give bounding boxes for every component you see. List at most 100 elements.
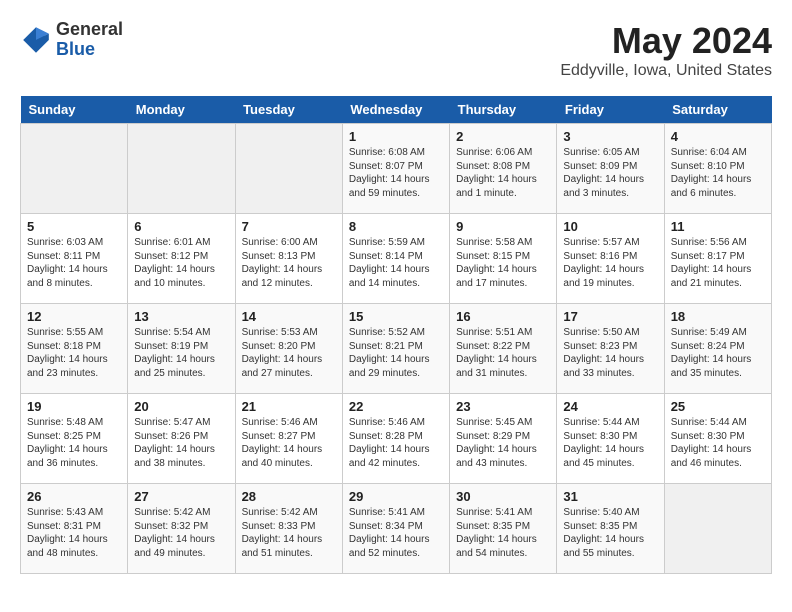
day-info: Sunrise: 5:46 AM Sunset: 8:28 PM Dayligh… xyxy=(349,416,443,470)
day-info: Sunrise: 5:40 AM Sunset: 8:35 PM Dayligh… xyxy=(563,506,657,560)
calendar-day-cell: 17Sunrise: 5:50 AM Sunset: 8:23 PM Dayli… xyxy=(557,304,664,394)
day-number: 7 xyxy=(242,219,336,234)
calendar-day-cell: 11 Sunrise: 5:56 AM Sunset: 8:17 PM Dayli… xyxy=(664,214,771,304)
calendar-day-cell: 5Sunrise: 6:03 AM Sunset: 8:11 PM Daylig… xyxy=(21,214,128,304)
calendar-day-cell: 9Sunrise: 5:58 AM Sunset: 8:15 PM Daylig… xyxy=(450,214,557,304)
day-number: 25 xyxy=(671,399,765,414)
calendar-day-cell: 30 Sunrise: 5:41 AM Sunset: 8:35 PM Dayli… xyxy=(450,484,557,574)
day-number: 21 xyxy=(242,399,336,414)
day-info: Sunrise: 5:48 AM Sunset: 8:25 PM Dayligh… xyxy=(27,416,121,470)
day-number: 18 xyxy=(671,309,765,324)
calendar-table: SundayMondayTuesdayWednesdayThursdayFrid… xyxy=(20,96,772,574)
day-info: Sunrise: 5:41 AM Sunset: 8:35 PM Dayligh… xyxy=(456,506,550,560)
calendar-week-row: 1Sunrise: 6:08 AM Sunset: 8:07 PM Daylig… xyxy=(21,124,772,214)
day-info: Sunrise: 5:56 AM Sunset: 8:17 PM Dayligh… xyxy=(671,236,765,290)
calendar-day-cell: 4Sunrise: 6:04 AM Sunset: 8:10 PM Daylig… xyxy=(664,124,771,214)
calendar-week-row: 19 Sunrise: 5:48 AM Sunset: 8:25 PM Dayli… xyxy=(21,394,772,484)
logo-text: General Blue xyxy=(56,20,123,60)
day-number: 15 xyxy=(349,309,443,324)
calendar-day-cell xyxy=(235,124,342,214)
calendar-body: 1Sunrise: 6:08 AM Sunset: 8:07 PM Daylig… xyxy=(21,124,772,574)
day-number: 10 xyxy=(563,219,657,234)
title-area: May 2024 Eddyville, Iowa, United States xyxy=(560,20,772,80)
day-info: Sunrise: 5:59 AM Sunset: 8:14 PM Dayligh… xyxy=(349,236,443,290)
calendar-day-cell: 10 Sunrise: 5:57 AM Sunset: 8:16 PM Dayli… xyxy=(557,214,664,304)
day-number: 16 xyxy=(456,309,550,324)
header-row: SundayMondayTuesdayWednesdayThursdayFrid… xyxy=(21,96,772,124)
day-number: 24 xyxy=(563,399,657,414)
weekday-header: Thursday xyxy=(450,96,557,124)
day-info: Sunrise: 5:44 AM Sunset: 8:30 PM Dayligh… xyxy=(563,416,657,470)
weekday-header: Friday xyxy=(557,96,664,124)
day-number: 30 xyxy=(456,489,550,504)
day-info: Sunrise: 6:00 AM Sunset: 8:13 PM Dayligh… xyxy=(242,236,336,290)
logo-blue-text: Blue xyxy=(56,40,123,60)
calendar-day-cell: 22 Sunrise: 5:46 AM Sunset: 8:28 PM Dayli… xyxy=(342,394,449,484)
day-number: 12 xyxy=(27,309,121,324)
calendar-day-cell: 12 Sunrise: 5:55 AM Sunset: 8:18 PM Dayli… xyxy=(21,304,128,394)
day-info: Sunrise: 5:44 AM Sunset: 8:30 PM Dayligh… xyxy=(671,416,765,470)
day-info: Sunrise: 5:45 AM Sunset: 8:29 PM Dayligh… xyxy=(456,416,550,470)
day-info: Sunrise: 6:01 AM Sunset: 8:12 PM Dayligh… xyxy=(134,236,228,290)
calendar-day-cell: 26 Sunrise: 5:43 AM Sunset: 8:31 PM Dayli… xyxy=(21,484,128,574)
day-info: Sunrise: 5:42 AM Sunset: 8:33 PM Dayligh… xyxy=(242,506,336,560)
weekday-header: Monday xyxy=(128,96,235,124)
calendar-week-row: 5Sunrise: 6:03 AM Sunset: 8:11 PM Daylig… xyxy=(21,214,772,304)
day-number: 11 xyxy=(671,219,765,234)
location-title: Eddyville, Iowa, United States xyxy=(560,62,772,80)
day-info: Sunrise: 6:04 AM Sunset: 8:10 PM Dayligh… xyxy=(671,146,765,200)
calendar-header: SundayMondayTuesdayWednesdayThursdayFrid… xyxy=(21,96,772,124)
day-number: 22 xyxy=(349,399,443,414)
calendar-day-cell: 13Sunrise: 5:54 AM Sunset: 8:19 PM Dayli… xyxy=(128,304,235,394)
day-info: Sunrise: 5:41 AM Sunset: 8:34 PM Dayligh… xyxy=(349,506,443,560)
day-number: 8 xyxy=(349,219,443,234)
calendar-day-cell xyxy=(664,484,771,574)
day-number: 29 xyxy=(349,489,443,504)
day-info: Sunrise: 5:47 AM Sunset: 8:26 PM Dayligh… xyxy=(134,416,228,470)
day-number: 20 xyxy=(134,399,228,414)
calendar-day-cell: 31Sunrise: 5:40 AM Sunset: 8:35 PM Dayli… xyxy=(557,484,664,574)
weekday-header: Sunday xyxy=(21,96,128,124)
logo: General Blue xyxy=(20,20,123,60)
day-number: 19 xyxy=(27,399,121,414)
calendar-week-row: 26 Sunrise: 5:43 AM Sunset: 8:31 PM Dayli… xyxy=(21,484,772,574)
day-number: 28 xyxy=(242,489,336,504)
day-number: 2 xyxy=(456,129,550,144)
month-title: May 2024 xyxy=(560,20,772,62)
calendar-day-cell: 16 Sunrise: 5:51 AM Sunset: 8:22 PM Dayli… xyxy=(450,304,557,394)
weekday-header: Wednesday xyxy=(342,96,449,124)
calendar-day-cell: 24 Sunrise: 5:44 AM Sunset: 8:30 PM Dayli… xyxy=(557,394,664,484)
day-info: Sunrise: 5:54 AM Sunset: 8:19 PM Dayligh… xyxy=(134,326,228,380)
calendar-day-cell: 19 Sunrise: 5:48 AM Sunset: 8:25 PM Dayli… xyxy=(21,394,128,484)
calendar-day-cell: 27Sunrise: 5:42 AM Sunset: 8:32 PM Dayli… xyxy=(128,484,235,574)
day-number: 27 xyxy=(134,489,228,504)
calendar-day-cell: 28 Sunrise: 5:42 AM Sunset: 8:33 PM Dayli… xyxy=(235,484,342,574)
calendar-day-cell: 6Sunrise: 6:01 AM Sunset: 8:12 PM Daylig… xyxy=(128,214,235,304)
logo-icon xyxy=(20,24,52,56)
day-info: Sunrise: 5:55 AM Sunset: 8:18 PM Dayligh… xyxy=(27,326,121,380)
day-info: Sunrise: 6:05 AM Sunset: 8:09 PM Dayligh… xyxy=(563,146,657,200)
calendar-day-cell: 20 Sunrise: 5:47 AM Sunset: 8:26 PM Dayli… xyxy=(128,394,235,484)
calendar-day-cell: 2 Sunrise: 6:06 AM Sunset: 8:08 PM Daylig… xyxy=(450,124,557,214)
calendar-day-cell xyxy=(128,124,235,214)
day-number: 26 xyxy=(27,489,121,504)
day-info: Sunrise: 5:49 AM Sunset: 8:24 PM Dayligh… xyxy=(671,326,765,380)
day-number: 3 xyxy=(563,129,657,144)
day-info: Sunrise: 6:03 AM Sunset: 8:11 PM Dayligh… xyxy=(27,236,121,290)
logo-general-text: General xyxy=(56,20,123,40)
day-info: Sunrise: 5:57 AM Sunset: 8:16 PM Dayligh… xyxy=(563,236,657,290)
calendar-day-cell: 15 Sunrise: 5:52 AM Sunset: 8:21 PM Dayli… xyxy=(342,304,449,394)
day-info: Sunrise: 6:06 AM Sunset: 8:08 PM Dayligh… xyxy=(456,146,550,200)
day-info: Sunrise: 5:52 AM Sunset: 8:21 PM Dayligh… xyxy=(349,326,443,380)
day-info: Sunrise: 5:53 AM Sunset: 8:20 PM Dayligh… xyxy=(242,326,336,380)
calendar-day-cell: 14Sunrise: 5:53 AM Sunset: 8:20 PM Dayli… xyxy=(235,304,342,394)
calendar-day-cell: 7 Sunrise: 6:00 AM Sunset: 8:13 PM Daylig… xyxy=(235,214,342,304)
weekday-header: Saturday xyxy=(664,96,771,124)
day-number: 23 xyxy=(456,399,550,414)
weekday-header: Tuesday xyxy=(235,96,342,124)
calendar-day-cell: 3 Sunrise: 6:05 AM Sunset: 8:09 PM Daylig… xyxy=(557,124,664,214)
day-info: Sunrise: 5:51 AM Sunset: 8:22 PM Dayligh… xyxy=(456,326,550,380)
calendar-day-cell: 8 Sunrise: 5:59 AM Sunset: 8:14 PM Daylig… xyxy=(342,214,449,304)
calendar-day-cell: 1Sunrise: 6:08 AM Sunset: 8:07 PM Daylig… xyxy=(342,124,449,214)
day-info: Sunrise: 5:43 AM Sunset: 8:31 PM Dayligh… xyxy=(27,506,121,560)
